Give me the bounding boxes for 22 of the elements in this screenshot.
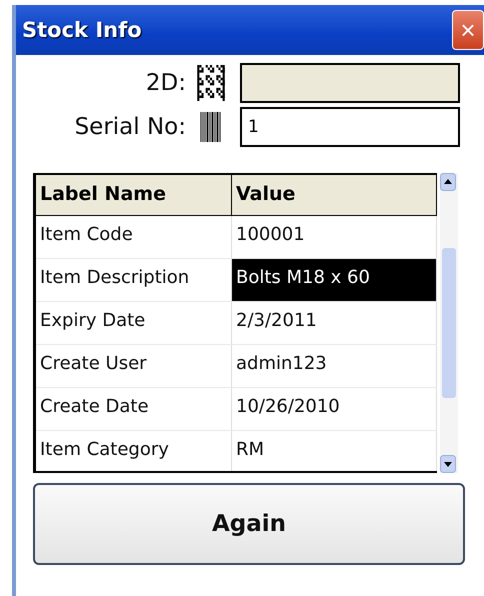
column-header[interactable]: Label Name <box>36 175 232 215</box>
table-cell: Create Date <box>36 388 232 430</box>
text-field[interactable]: 1 <box>240 107 460 147</box>
window-title: Stock Info <box>22 18 142 42</box>
column-header[interactable]: Value <box>232 175 437 215</box>
table-cell: Item Category <box>36 431 232 471</box>
table-cell: Create User <box>36 345 232 387</box>
table-cell: RM <box>232 431 437 471</box>
table-cell: Item Code <box>36 216 232 258</box>
again-button[interactable]: Again <box>33 483 465 565</box>
close-button[interactable]: × <box>452 10 484 50</box>
scroll-bar[interactable] <box>440 173 458 473</box>
scroll-down-button[interactable] <box>440 455 456 473</box>
table-cell: Expiry Date <box>36 302 232 344</box>
table-cell: admin123 <box>232 345 437 387</box>
table-cell: 100001 <box>232 216 437 258</box>
field-label: Serial No: <box>74 114 186 140</box>
table-cell: 2/3/2011 <box>232 302 437 344</box>
table-cell: 10/26/2010 <box>232 388 437 430</box>
table-cell: Bolts M18 x 60 <box>232 259 437 301</box>
field-label: 2D: <box>146 70 186 96</box>
scroll-up-button[interactable] <box>440 173 456 191</box>
